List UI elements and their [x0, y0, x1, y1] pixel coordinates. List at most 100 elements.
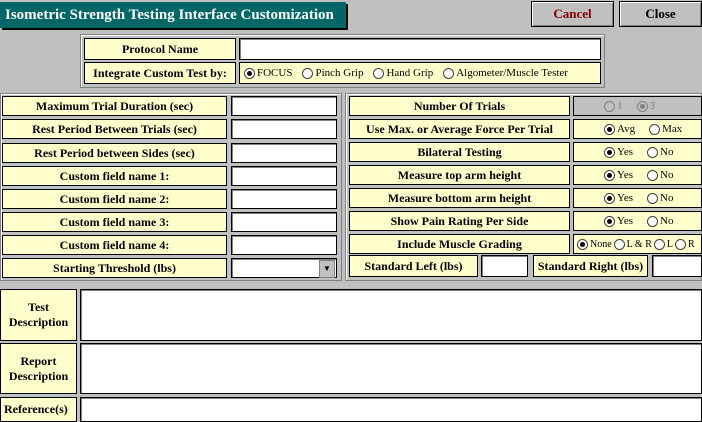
references-textarea[interactable] — [80, 397, 702, 422]
radio-option[interactable]: L — [653, 238, 673, 250]
radio-icon — [443, 67, 455, 79]
option-label: L — [666, 238, 673, 250]
left-field-input[interactable] — [231, 143, 337, 163]
left-field-input[interactable] — [231, 189, 337, 209]
radio-option[interactable]: No — [647, 192, 673, 204]
option-label: Algometer/Muscle Tester — [456, 67, 568, 79]
radio-icon — [674, 238, 686, 250]
radio-icon — [647, 169, 659, 181]
right-option-radios: Yes No — [573, 188, 702, 208]
left-field-label: Custom field name 3: — [2, 212, 227, 232]
left-field-label: Custom field name 2: — [2, 189, 227, 209]
integrate-option-pinch-grip[interactable]: Pinch Grip — [302, 67, 363, 79]
radio-option[interactable]: No — [647, 215, 673, 227]
radio-option[interactable]: L & R — [613, 238, 652, 250]
radio-selected-icon — [604, 123, 615, 135]
radio-option[interactable]: R — [674, 238, 695, 250]
radio-option[interactable]: Yes — [604, 146, 633, 158]
radio-option[interactable]: No — [647, 146, 673, 158]
radio-icon — [604, 100, 615, 112]
radio-icon — [647, 215, 659, 227]
option-label: Hand Grip — [386, 67, 434, 79]
right-option-label: Show Pain Rating Per Side — [349, 211, 570, 231]
option-label: Yes — [617, 146, 634, 158]
right-option-radios: Yes No — [573, 142, 702, 162]
left-field-label: Maximum Trial Duration (sec) — [2, 96, 227, 116]
left-field-label: Custom field name 1: — [2, 166, 227, 186]
radio-option[interactable]: Yes — [604, 215, 633, 227]
radio-option[interactable]: Max — [649, 123, 682, 135]
radio-icon — [647, 192, 659, 204]
option-label: Pinch Grip — [315, 67, 364, 79]
left-field-input[interactable] — [231, 119, 337, 139]
right-option-radios: Yes No — [573, 211, 702, 231]
right-option-radios: Avg Max — [573, 119, 702, 139]
right-option-label: Measure bottom arm height — [349, 188, 570, 208]
right-option-radios: None L & R L R — [573, 234, 702, 254]
option-label: 1 — [617, 100, 623, 112]
option-label: 3 — [649, 100, 656, 112]
radio-selected-icon — [577, 238, 588, 250]
option-label: Max — [662, 123, 683, 135]
radio-icon — [649, 123, 661, 135]
option-label: R — [687, 238, 695, 250]
radio-icon — [373, 67, 385, 79]
close-label: Close — [645, 6, 676, 21]
left-field-input[interactable] — [231, 166, 337, 186]
radio-icon — [647, 146, 659, 158]
left-field-label: Rest Period Between Trials (sec) — [2, 119, 227, 139]
left-field-label: Starting Threshold (lbs) — [2, 258, 227, 278]
protocol-name-label: Protocol Name — [84, 38, 236, 60]
right-option-label: Use Max. or Average Force Per Trial — [349, 119, 570, 139]
right-option-label: Number Of Trials — [349, 96, 570, 116]
close-button[interactable]: Close — [619, 1, 702, 27]
integrate-option-hand-grip[interactable]: Hand Grip — [373, 67, 433, 79]
starting-threshold-select[interactable]: ▼ — [231, 258, 337, 278]
references-label: Reference(s) — [0, 397, 77, 422]
option-label: No — [660, 146, 674, 158]
standard-right-input[interactable] — [652, 255, 702, 277]
dropdown-arrow-icon[interactable]: ▼ — [319, 260, 335, 278]
test-description-textarea[interactable] — [80, 289, 702, 341]
report-description-label: Report Description — [0, 343, 77, 394]
report-description-textarea[interactable] — [80, 343, 702, 394]
radio-option[interactable]: No — [647, 169, 673, 181]
left-field-label: Custom field name 4: — [2, 235, 227, 255]
right-option-label: Bilateral Testing — [349, 142, 570, 162]
radio-icon — [653, 238, 665, 250]
cancel-button[interactable]: Cancel — [531, 1, 614, 27]
left-field-input[interactable] — [231, 235, 337, 255]
option-label: No — [660, 192, 674, 204]
standard-left-label: Standard Left (lbs) — [349, 255, 478, 277]
radio-option[interactable]: None — [577, 238, 612, 250]
left-field-input[interactable] — [231, 96, 337, 116]
radio-option[interactable]: 3 — [636, 100, 656, 112]
integrate-options: FOCUS Pinch Grip Hand Grip Algometer/Mus… — [239, 62, 601, 84]
radio-selected-icon — [604, 169, 615, 181]
option-label: FOCUS — [257, 67, 293, 79]
radio-option[interactable]: Yes — [604, 169, 633, 181]
integrate-label: Integrate Custom Test by: — [84, 62, 236, 84]
window-title: Isometric Strength Testing Interface Cus… — [0, 2, 346, 28]
left-field-input[interactable] — [231, 212, 337, 232]
left-field-label: Rest Period between Sides (sec) — [2, 143, 227, 163]
protocol-name-input[interactable] — [239, 38, 601, 60]
option-label: None — [590, 238, 612, 250]
radio-option[interactable]: Avg — [604, 123, 635, 135]
option-label: Yes — [617, 192, 634, 204]
radio-option[interactable]: Yes — [604, 192, 633, 204]
integrate-option-algometer[interactable]: Algometer/Muscle Tester — [443, 67, 568, 79]
option-label: Avg — [617, 123, 636, 135]
radio-icon — [302, 67, 314, 79]
option-label: No — [660, 169, 674, 181]
radio-option[interactable]: 1 — [604, 100, 623, 112]
right-option-label: Include Muscle Grading — [349, 234, 570, 254]
radio-icon — [613, 238, 625, 250]
radio-selected-icon — [604, 192, 615, 204]
standard-left-input[interactable] — [481, 255, 528, 277]
integrate-option-focus[interactable]: FOCUS — [244, 67, 292, 79]
standard-right-label: Standard Right (lbs) — [533, 255, 648, 277]
option-label: No — [660, 215, 674, 227]
cancel-label: Cancel — [553, 6, 592, 21]
right-option-label: Measure top arm height — [349, 165, 570, 185]
